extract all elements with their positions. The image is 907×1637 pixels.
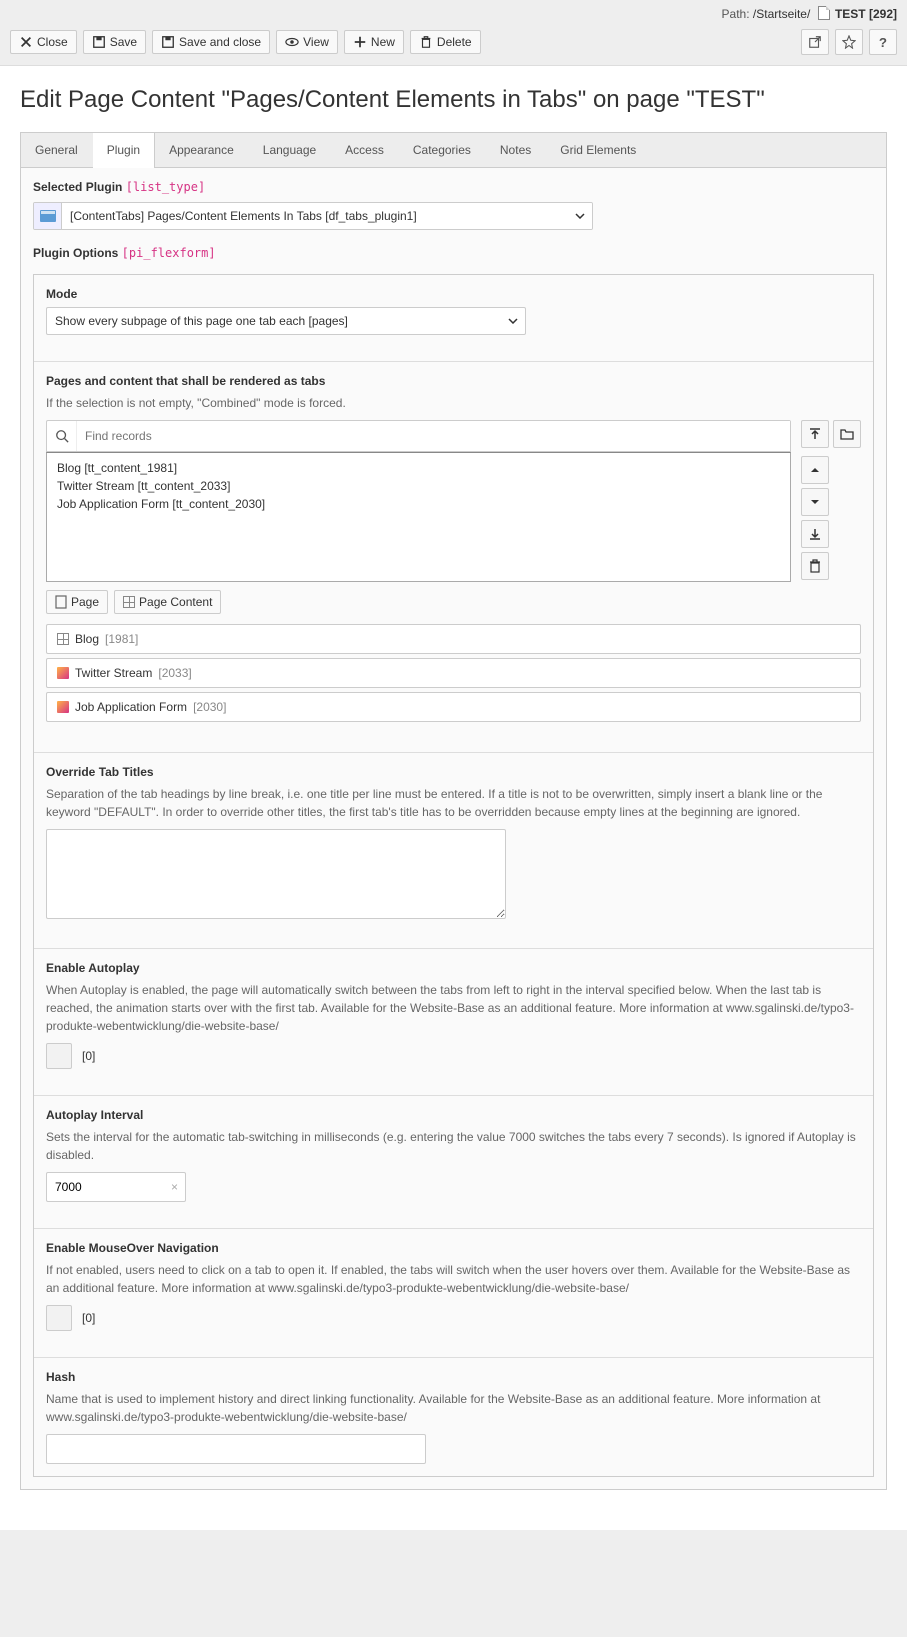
tab-grid-elements[interactable]: Grid Elements xyxy=(546,133,651,167)
page-uid: [292] xyxy=(869,7,897,21)
tab-plugin[interactable]: Plugin xyxy=(93,133,155,167)
mode-select[interactable]: Show every subpage of this page one tab … xyxy=(46,307,526,335)
clear-icon[interactable]: × xyxy=(171,1180,178,1194)
move-up-button[interactable] xyxy=(801,456,829,484)
hash-help: Name that is used to implement history a… xyxy=(46,1390,861,1426)
records-label: Pages and content that shall be rendered… xyxy=(46,374,861,388)
save-close-button[interactable]: Save and close xyxy=(152,30,270,54)
view-button[interactable]: View xyxy=(276,30,338,54)
mode-label: Mode xyxy=(46,287,861,301)
tab-appearance[interactable]: Appearance xyxy=(155,133,249,167)
trash-icon xyxy=(419,35,433,49)
plugin-select[interactable]: [ContentTabs] Pages/Content Elements In … xyxy=(33,202,593,230)
tab-language[interactable]: Language xyxy=(249,133,331,167)
autoplay-value: [0] xyxy=(82,1049,95,1063)
page-icon xyxy=(818,6,830,20)
move-top-button[interactable] xyxy=(801,420,829,448)
find-records-input[interactable] xyxy=(77,421,790,451)
toolbar: Close Save Save and close View New Delet… xyxy=(0,25,907,65)
selected-plugin-label: Selected Plugin [list_type] xyxy=(33,180,874,194)
chevron-down-icon xyxy=(568,203,592,229)
question-icon: ? xyxy=(879,35,887,50)
star-icon xyxy=(842,35,856,49)
add-page-button[interactable]: Page xyxy=(46,590,108,614)
trash-icon xyxy=(809,559,821,573)
records-help: If the selection is not empty, "Combined… xyxy=(46,394,861,412)
tab-notes[interactable]: Notes xyxy=(486,133,546,167)
eye-icon xyxy=(285,35,299,49)
tab-general[interactable]: General xyxy=(21,133,93,167)
breadcrumb: /Startseite/ xyxy=(753,7,810,21)
browse-button[interactable] xyxy=(833,420,861,448)
page-icon xyxy=(55,595,67,609)
close-icon xyxy=(19,35,33,49)
record-result[interactable]: Job Application Form [2030] xyxy=(46,692,861,722)
autoplay-checkbox[interactable] xyxy=(46,1043,72,1069)
plugin-icon xyxy=(57,701,69,713)
mouseover-checkbox[interactable] xyxy=(46,1305,72,1331)
page-title: TEST xyxy=(835,7,866,21)
interval-label: Autoplay Interval xyxy=(46,1108,861,1122)
plus-icon xyxy=(353,35,367,49)
mouseover-label: Enable MouseOver Navigation xyxy=(46,1241,861,1255)
content-icon xyxy=(123,596,135,608)
plugin-options-label: Plugin Options [pi_flexform] xyxy=(33,246,874,260)
move-down-button[interactable] xyxy=(801,488,829,516)
records-listbox[interactable]: Blog [tt_content_1981] Twitter Stream [t… xyxy=(46,452,791,582)
override-label: Override Tab Titles xyxy=(46,765,861,779)
list-item[interactable]: Blog [tt_content_1981] xyxy=(53,459,784,477)
list-item[interactable]: Twitter Stream [tt_content_2033] xyxy=(53,477,784,495)
bookmark-button[interactable] xyxy=(835,29,863,55)
path-label: Path: xyxy=(722,7,750,21)
path-bar: Path: /Startseite/ TEST [292] xyxy=(0,0,907,25)
save-icon xyxy=(92,35,106,49)
new-button[interactable]: New xyxy=(344,30,404,54)
delete-button[interactable]: Delete xyxy=(410,30,481,54)
autoplay-label: Enable Autoplay xyxy=(46,961,861,975)
open-external-button[interactable] xyxy=(801,29,829,55)
remove-button[interactable] xyxy=(801,552,829,580)
mouseover-value: [0] xyxy=(82,1311,95,1325)
search-icon xyxy=(47,421,77,451)
help-button[interactable]: ? xyxy=(869,29,897,55)
interval-help: Sets the interval for the automatic tab-… xyxy=(46,1128,861,1164)
tab-categories[interactable]: Categories xyxy=(399,133,486,167)
external-link-icon xyxy=(808,35,822,49)
close-button[interactable]: Close xyxy=(10,30,77,54)
hash-label: Hash xyxy=(46,1370,861,1384)
interval-input[interactable] xyxy=(46,1172,186,1202)
mouseover-help: If not enabled, users need to click on a… xyxy=(46,1261,861,1297)
record-result[interactable]: Blog [1981] xyxy=(46,624,861,654)
move-bottom-button[interactable] xyxy=(801,520,829,548)
override-help: Separation of the tab headings by line b… xyxy=(46,785,861,821)
tab-bar: General Plugin Appearance Language Acces… xyxy=(20,132,887,167)
autoplay-help: When Autoplay is enabled, the page will … xyxy=(46,981,861,1035)
plugin-type-icon xyxy=(34,203,62,229)
save-close-icon xyxy=(161,35,175,49)
content-icon xyxy=(57,633,69,645)
page-heading: Edit Page Content "Pages/Content Element… xyxy=(20,86,887,114)
plugin-select-value: [ContentTabs] Pages/Content Elements In … xyxy=(62,203,568,229)
add-content-button[interactable]: Page Content xyxy=(114,590,221,614)
list-item[interactable]: Job Application Form [tt_content_2030] xyxy=(53,495,784,513)
record-result[interactable]: Twitter Stream [2033] xyxy=(46,658,861,688)
override-textarea[interactable] xyxy=(46,829,506,919)
folder-icon xyxy=(840,428,854,440)
save-button[interactable]: Save xyxy=(83,30,146,54)
tab-access[interactable]: Access xyxy=(331,133,399,167)
hash-input[interactable] xyxy=(46,1434,426,1464)
plugin-icon xyxy=(57,667,69,679)
